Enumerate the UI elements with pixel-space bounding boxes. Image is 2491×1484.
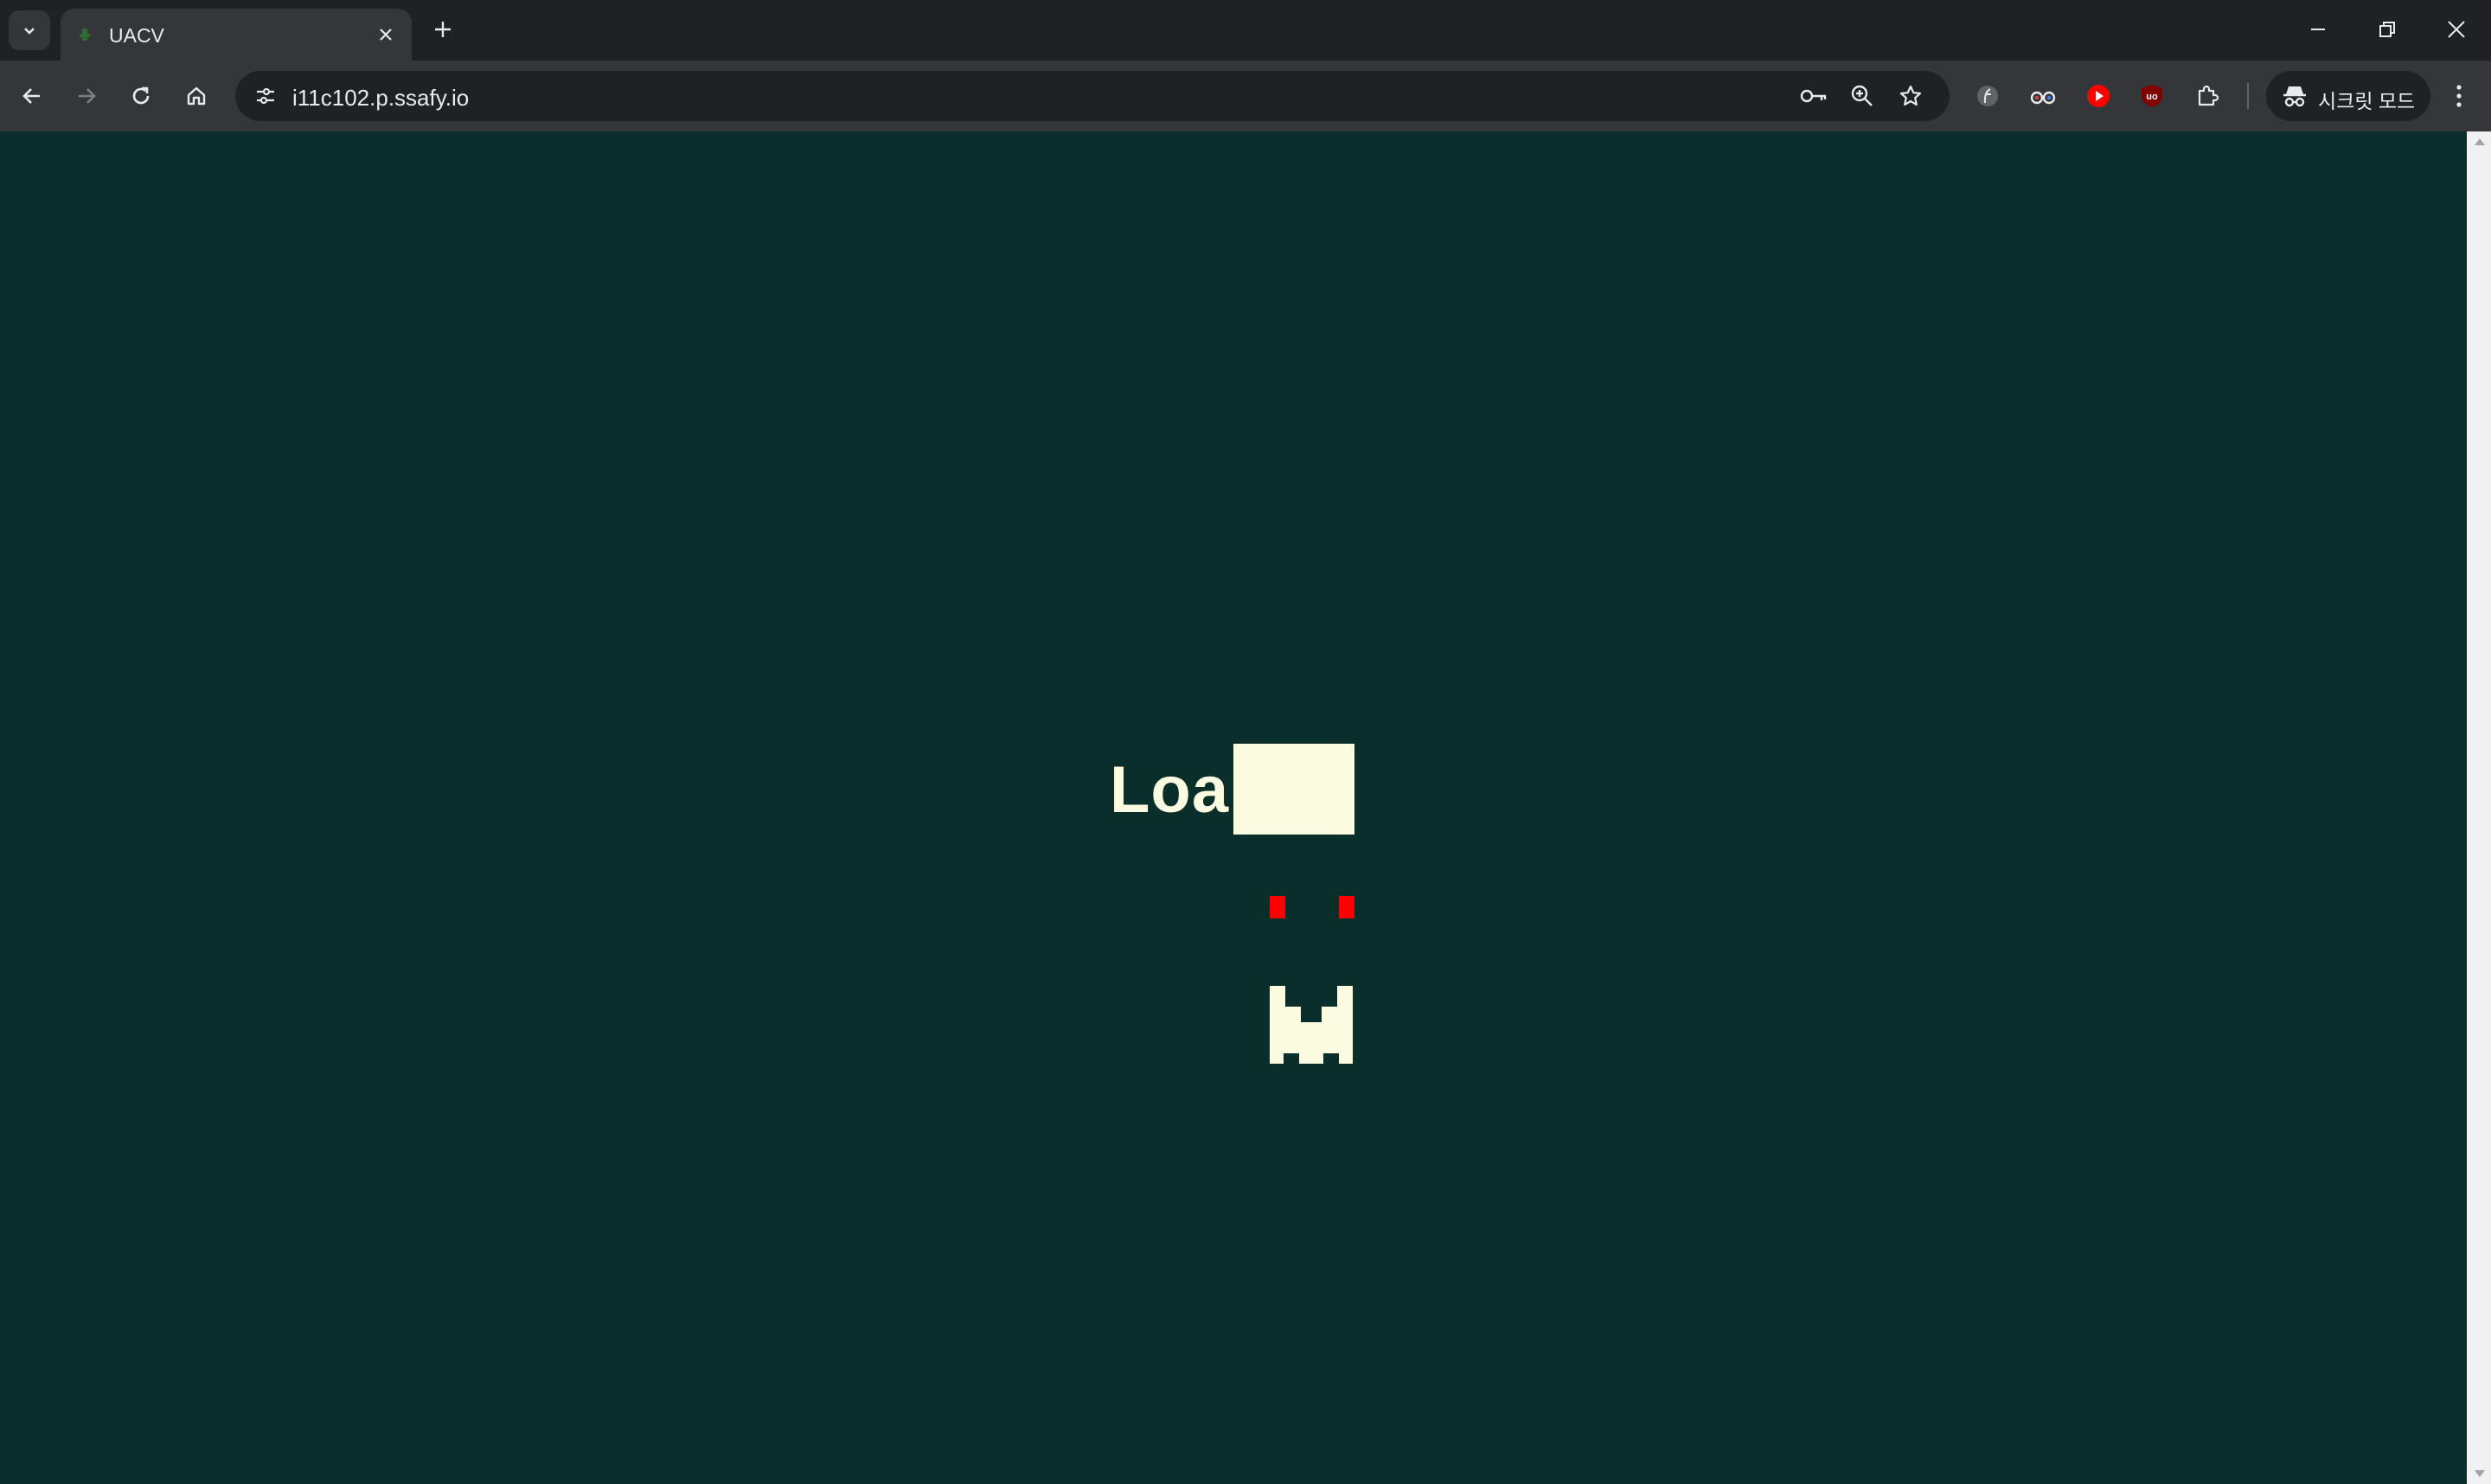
restore-button[interactable] [2361, 9, 2413, 50]
incognito-button[interactable]: 시크릿 모드 [2266, 71, 2430, 121]
glasses-extension-button[interactable] [2023, 76, 2063, 116]
incognito-label: 시크릿 모드 [2318, 90, 2416, 112]
puzzle-icon [2198, 85, 2219, 106]
browser-menu-button[interactable] [2439, 76, 2479, 116]
toolbar-divider [2247, 83, 2249, 109]
feather-extension-icon [1977, 86, 1998, 106]
password-button[interactable] [1794, 76, 1834, 116]
scroll-up-arrow[interactable] [2475, 138, 2485, 145]
site-info-button[interactable] [246, 76, 285, 116]
zoom-button[interactable] [1842, 76, 1882, 116]
arrow-left-icon [22, 88, 40, 104]
page-scrollbar[interactable] [2467, 131, 2491, 1484]
key-icon [1800, 89, 1827, 103]
reload-button[interactable] [121, 76, 161, 116]
tab-title: UACV [109, 24, 164, 47]
home-icon [187, 86, 206, 106]
tab-search-button[interactable] [9, 10, 50, 50]
close-window-button[interactable] [2430, 9, 2482, 50]
loading-text: Loa [1110, 753, 1230, 827]
restore-icon [2379, 22, 2395, 37]
favicon-icon [80, 29, 90, 41]
browser-toolbar: i11c102.p.ssafy.io uo 시크릿 모드 [0, 61, 2491, 131]
pixel-block [1233, 744, 1354, 835]
forward-button[interactable] [67, 76, 106, 116]
back-button[interactable] [12, 76, 52, 116]
new-tab-button[interactable] [426, 12, 460, 47]
page-viewport: Loa [0, 131, 2467, 1484]
svg-text:uo: uo [2146, 92, 2158, 102]
ublock-extension-button[interactable]: uo [2132, 76, 2172, 116]
home-button[interactable] [176, 76, 216, 116]
pixel-eye-left [1270, 896, 1285, 918]
tab-active[interactable]: UACV [61, 9, 412, 61]
incognito-icon [2283, 86, 2306, 107]
extensions-button[interactable] [2187, 76, 2227, 116]
chevron-down-icon [24, 28, 35, 35]
tune-icon [257, 87, 274, 105]
close-icon [380, 29, 392, 41]
arrow-right-icon [79, 88, 96, 104]
bookmark-button[interactable] [1891, 76, 1931, 116]
close-icon [2448, 21, 2465, 38]
youtube-extension-button[interactable] [2078, 76, 2118, 116]
zoom-in-icon [1851, 85, 1873, 106]
tab-strip: UACV [0, 0, 2491, 61]
minimize-icon [2311, 29, 2325, 30]
star-icon [1899, 85, 1922, 106]
url-text[interactable]: i11c102.p.ssafy.io [292, 85, 469, 112]
plus-icon [435, 22, 451, 37]
ublock-extension-icon: uo [2142, 85, 2162, 107]
minimize-button[interactable] [2292, 9, 2344, 50]
tab-close-button[interactable] [372, 21, 400, 48]
pixel-eye-right [1339, 896, 1354, 918]
address-bar[interactable]: i11c102.p.ssafy.io [235, 71, 1950, 121]
youtube-extension-icon [2087, 85, 2110, 107]
glasses-extension-icon [2030, 91, 2056, 105]
feather-extension-button[interactable] [1968, 76, 2008, 116]
scroll-down-arrow[interactable] [2475, 1470, 2485, 1477]
reload-icon [132, 86, 150, 105]
kebab-menu-icon [2456, 85, 2462, 107]
pixel-castle-icon [1270, 986, 1353, 1064]
